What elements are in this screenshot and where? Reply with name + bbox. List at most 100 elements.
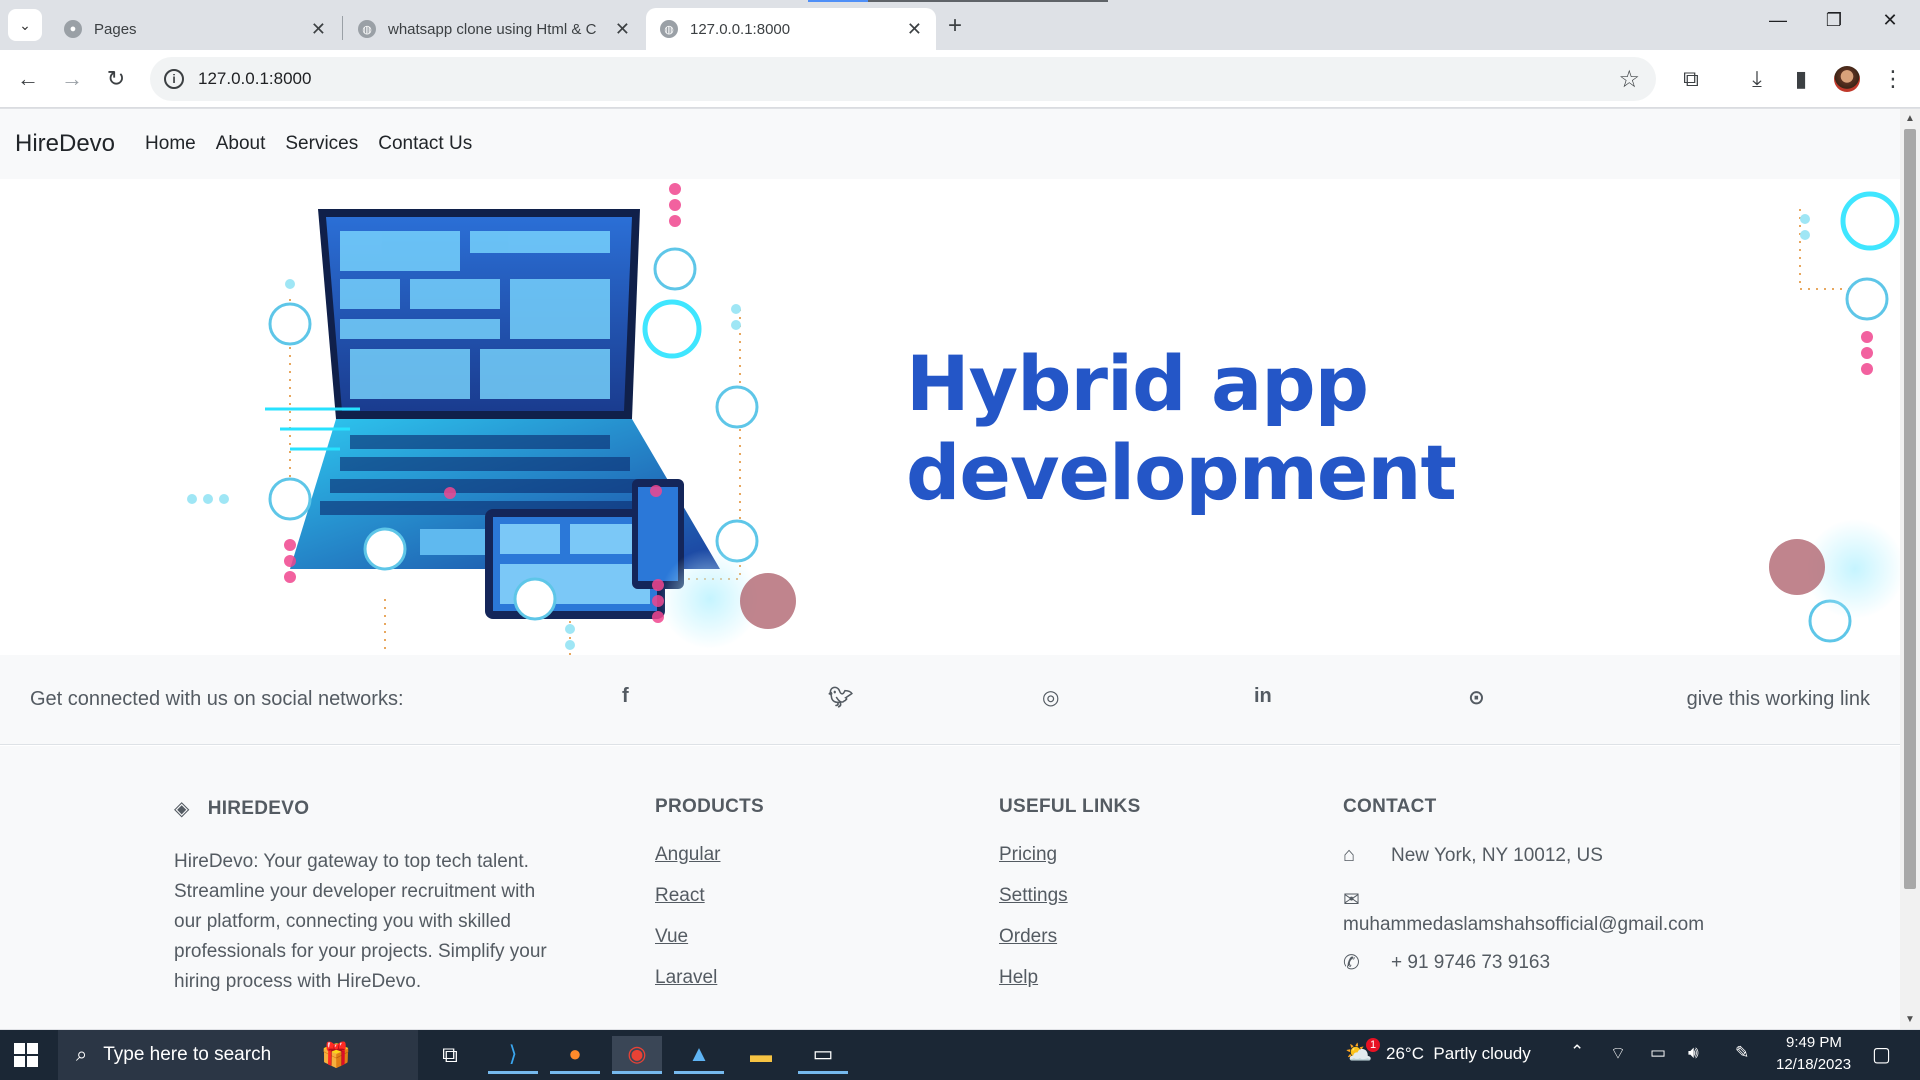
social-bar: Get connected with us on social networks… [0, 655, 1900, 745]
close-icon[interactable]: ✕ [311, 19, 326, 40]
footer: ◈ HIREDEVO HireDevo: Your gateway to top… [0, 746, 1900, 1029]
info-icon[interactable]: i [164, 69, 184, 89]
product-link-vue[interactable]: Vue [655, 926, 764, 948]
notification-icon[interactable]: ▢ [1872, 1042, 1891, 1067]
side-panel-icon[interactable]: ▮ [1786, 64, 1816, 94]
footer-about-column: ◈ HIREDEVO HireDevo: Your gateway to top… [174, 796, 564, 997]
photos-app-icon[interactable]: ▲ [674, 1036, 724, 1074]
vscode-icon[interactable]: ⟩ [488, 1036, 538, 1074]
social-tagline: Get connected with us on social networks… [30, 688, 404, 710]
task-view-icon[interactable]: ⧉ [425, 1036, 475, 1074]
new-tab-button[interactable]: + [948, 12, 962, 40]
product-link-laravel[interactable]: Laravel [655, 967, 764, 989]
working-link-text[interactable]: give this working link [1687, 688, 1870, 711]
clock-date[interactable]: 12/18/2023 [1776, 1056, 1851, 1073]
nav-contact-us[interactable]: Contact Us [378, 133, 472, 155]
tab-progress-line [868, 0, 1108, 2]
pen-icon[interactable]: ✎ [1735, 1043, 1749, 1063]
instagram-icon[interactable]: ◎ [1042, 685, 1059, 710]
tab-whatsapp-clone[interactable]: ◍ whatsapp clone using Html & C ✕ [344, 8, 644, 50]
page-scrollbar[interactable]: ▲ ▼ [1900, 109, 1920, 1029]
bookmark-star-icon[interactable]: ☆ [1618, 65, 1640, 94]
footer-description: HireDevo: Your gateway to top tech talen… [174, 851, 547, 992]
link-orders[interactable]: Orders [999, 926, 1141, 948]
tab-pages[interactable]: ● Pages ✕ [50, 8, 340, 50]
download-icon[interactable]: ⤓ [1742, 64, 1772, 94]
footer-brand-heading: ◈ HIREDEVO [174, 796, 564, 821]
arrow-right-icon: → [61, 66, 83, 91]
firefox-icon[interactable]: ● [550, 1036, 600, 1074]
reload-icon: ↻ [106, 66, 126, 91]
link-help[interactable]: Help [999, 967, 1141, 989]
phone-icon: ✆ [1343, 952, 1360, 974]
useful-links-heading: USEFUL LINKS [999, 796, 1141, 817]
chrome-icon[interactable]: ◉ [612, 1036, 662, 1074]
reload-button[interactable]: ↻ [100, 63, 132, 95]
home-icon: ⌂ [1343, 844, 1356, 866]
nav-about[interactable]: About [216, 133, 266, 155]
facebook-icon[interactable]: f [622, 685, 629, 708]
file-explorer-icon[interactable]: ▬ [736, 1036, 786, 1074]
minimize-button[interactable]: — [1750, 10, 1806, 31]
extensions-icon[interactable]: ⧉ [1676, 64, 1706, 94]
tab-localhost[interactable]: ◍ 127.0.0.1:8000 ✕ [646, 8, 936, 50]
taskbar: ⌕ Type here to search 🎁 ⧉ ⟩ ● ◉ ▲ ▬ ▭ ⛅ … [0, 1030, 1920, 1080]
battery-icon[interactable]: ▭ [1650, 1043, 1666, 1063]
menu-kebab-icon[interactable]: ⋮ [1878, 64, 1908, 94]
contact-address: ⌂ New York, NY 10012, US [1343, 844, 1704, 867]
product-link-react[interactable]: React [655, 885, 764, 907]
loading-indicator [808, 0, 868, 2]
taskbar-search[interactable]: ⌕ Type here to search 🎁 [58, 1030, 418, 1080]
nav-home[interactable]: Home [145, 133, 196, 155]
link-pricing[interactable]: Pricing [999, 844, 1141, 866]
search-placeholder: Type here to search [103, 1044, 272, 1065]
url-text[interactable]: 127.0.0.1:8000 [198, 69, 311, 89]
tab-strip: ⌄ ● Pages ✕ ◍ whatsapp clone using Html … [0, 0, 1920, 50]
tab-title: Pages [94, 20, 137, 38]
close-icon[interactable]: ✕ [907, 19, 922, 40]
linkedin-icon[interactable]: in [1254, 685, 1272, 708]
contact-phone: ✆ + 91 9746 73 9163 [1343, 950, 1704, 975]
close-window-button[interactable]: ✕ [1862, 10, 1918, 31]
weather-badge: 1 [1366, 1038, 1380, 1052]
product-link-angular[interactable]: Angular [655, 844, 764, 866]
site-brand[interactable]: HireDevo [15, 130, 115, 158]
site-navbar: HireDevo Home About Services Contact Us [0, 109, 1900, 179]
restore-button[interactable]: ❐ [1806, 10, 1862, 31]
github-icon: ● [64, 20, 82, 38]
terminal-icon[interactable]: ▭ [798, 1036, 848, 1074]
address-text: New York, NY 10012, US [1391, 844, 1603, 866]
page-viewport: HireDevo Home About Services Contact Us [0, 109, 1920, 1029]
envelope-icon: ✉ [1343, 889, 1360, 911]
scroll-down-arrow-icon[interactable]: ▼ [1905, 1014, 1915, 1025]
profile-avatar[interactable] [1834, 66, 1860, 92]
tab-search-button[interactable]: ⌄ [8, 9, 42, 41]
chevron-up-icon[interactable]: ⌃ [1570, 1042, 1584, 1062]
chevron-down-icon: ⌄ [19, 16, 31, 33]
network-icon[interactable]: ⌔ [1610, 1043, 1626, 1064]
globe-icon: ◍ [358, 20, 376, 38]
search-highlight-gifts-icon: 🎁 [321, 1041, 352, 1069]
weather-text[interactable]: 26°C Partly cloudy [1386, 1044, 1531, 1064]
back-button[interactable]: ← [12, 63, 44, 95]
globe-icon: ◍ [660, 20, 678, 38]
windows-start-icon[interactable] [14, 1043, 38, 1067]
tab-separator [342, 16, 343, 40]
scroll-up-arrow-icon[interactable]: ▲ [1905, 113, 1915, 124]
link-settings[interactable]: Settings [999, 885, 1141, 907]
tab-title: whatsapp clone using Html & C [388, 20, 597, 38]
scrollbar-thumb[interactable] [1904, 129, 1916, 889]
email-text: muhammedaslamshahsofficial@gmail.com [1343, 914, 1705, 935]
twitter-icon[interactable]: 🐦︎ [828, 685, 853, 710]
clock-time[interactable]: 9:49 PM [1786, 1034, 1842, 1051]
close-icon[interactable]: ✕ [615, 19, 630, 40]
nav-services[interactable]: Services [285, 133, 358, 155]
contact-email: ✉ muhammedaslamshahsofficial@gmail.com [1343, 887, 1704, 936]
forward-button[interactable]: → [56, 63, 88, 95]
phone-text: + 91 9746 73 9163 [1391, 951, 1551, 973]
footer-brand-text: HIREDEVO [207, 797, 310, 819]
tab-title: 127.0.0.1:8000 [690, 20, 791, 38]
github-icon[interactable]: ⊙ [1468, 685, 1485, 710]
address-bar[interactable]: i 127.0.0.1:8000 ☆ [150, 57, 1656, 101]
volume-icon[interactable]: 🔊︎ [1688, 1043, 1699, 1063]
